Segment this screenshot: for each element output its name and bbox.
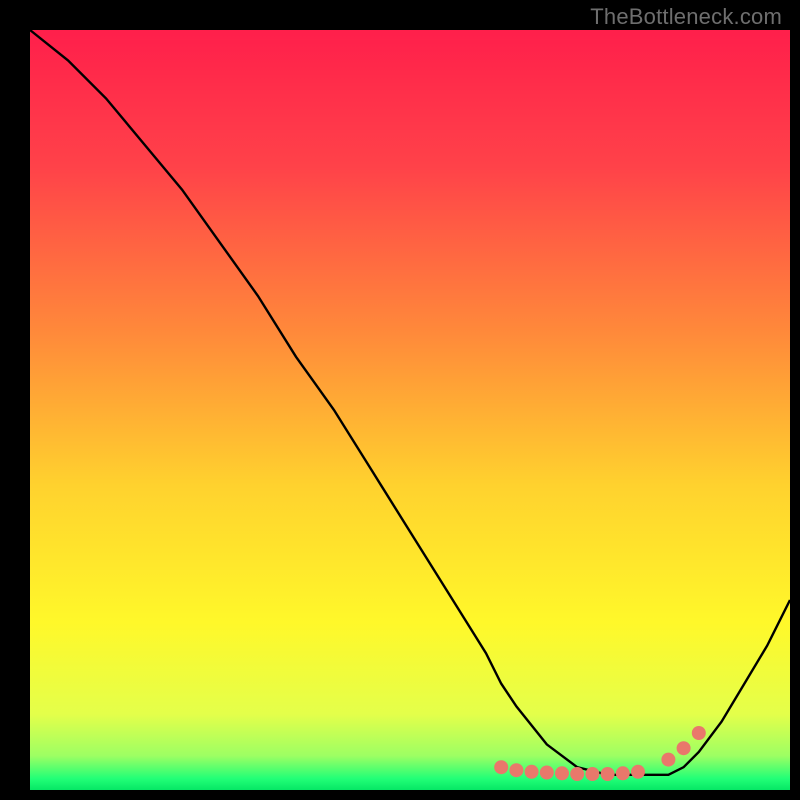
highlight-dot: [570, 767, 584, 781]
highlight-dot: [692, 726, 706, 740]
highlight-dot: [509, 763, 523, 777]
highlight-dot: [677, 741, 691, 755]
highlight-dot: [525, 765, 539, 779]
highlight-dot: [540, 766, 554, 780]
highlight-dot: [631, 765, 645, 779]
chart-canvas: TheBottleneck.com: [0, 0, 800, 800]
highlight-dot: [661, 753, 675, 767]
bottleneck-plot: [0, 0, 800, 800]
highlight-dot: [616, 766, 630, 780]
highlight-dot: [601, 767, 615, 781]
highlight-dot: [585, 767, 599, 781]
highlight-dot: [555, 766, 569, 780]
highlight-dot: [494, 760, 508, 774]
